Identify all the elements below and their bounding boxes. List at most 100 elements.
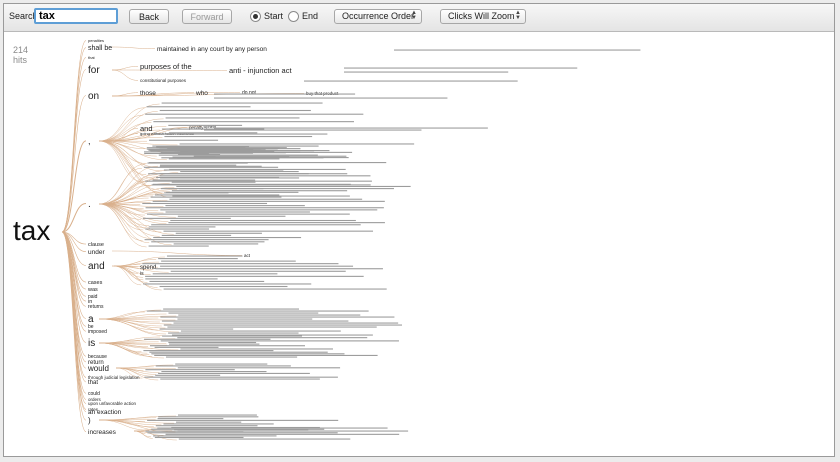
context-text-line xyxy=(178,438,351,440)
context-text-line xyxy=(146,148,262,150)
tree-branch-word[interactable]: clause xyxy=(88,242,104,248)
context-text-line xyxy=(148,226,216,228)
context-text-line xyxy=(168,312,319,314)
tree-branch-word[interactable]: upon unfavorable action xyxy=(88,401,137,406)
context-text-line xyxy=(177,318,313,320)
back-button[interactable]: Back xyxy=(129,9,169,24)
tree-branch-word[interactable]: cases xyxy=(88,280,103,286)
order-select[interactable]: Occurrence Order ▲ ▼ xyxy=(334,9,422,24)
tree-phrase-word[interactable]: constitutional purposes xyxy=(140,78,187,83)
context-text-line xyxy=(214,93,356,95)
context-text-line xyxy=(157,427,388,429)
tree-branch-word[interactable]: imposed xyxy=(88,329,107,335)
context-text-line xyxy=(169,198,363,200)
context-text-line xyxy=(146,106,251,108)
context-text-line xyxy=(160,164,237,166)
context-text-line xyxy=(145,275,364,277)
context-text-line xyxy=(148,149,201,151)
end-radio-label: End xyxy=(302,11,319,21)
context-text-line xyxy=(170,151,353,153)
context-text-line xyxy=(159,165,262,167)
tree-branch-word[interactable]: shall be xyxy=(88,45,112,52)
context-text-line xyxy=(160,340,399,342)
tree-phrase-word[interactable]: anti - injunction act xyxy=(229,66,292,75)
forward-button[interactable]: Forward xyxy=(182,9,232,24)
context-text-line xyxy=(178,314,361,316)
context-text-line xyxy=(145,113,364,115)
tree-branch-word[interactable]: an exaction xyxy=(88,409,122,416)
tree-branch-word[interactable]: increases xyxy=(88,429,117,436)
start-radio[interactable] xyxy=(250,11,261,22)
context-text-line xyxy=(152,273,278,275)
tree-branch-word[interactable]: for xyxy=(88,65,100,76)
tree-branch-word[interactable]: returns xyxy=(88,304,104,310)
tree-phrase-word[interactable]: act xyxy=(244,253,251,258)
context-text-line xyxy=(158,416,259,418)
context-text-line xyxy=(160,177,300,179)
context-text-line xyxy=(152,179,256,181)
context-text-line xyxy=(151,241,265,243)
context-text-line xyxy=(165,205,305,207)
context-text-line xyxy=(156,146,246,149)
context-text-line xyxy=(164,192,229,194)
word-tree-canvas[interactable]: 214 hits tax penalties shall be that for on,… xyxy=(4,32,834,456)
tree-branch-word[interactable]: penalties xyxy=(88,38,104,43)
context-text-line xyxy=(171,190,348,192)
context-text-line xyxy=(214,97,448,99)
tree-branch-word[interactable]: that xyxy=(88,55,96,60)
tree-phrase-word[interactable]: who xyxy=(195,90,208,97)
context-text-line xyxy=(158,372,310,374)
context-text-line xyxy=(148,245,209,247)
context-text-line xyxy=(179,143,415,145)
context-text-line xyxy=(172,156,216,158)
context-text-line xyxy=(158,258,238,260)
context-text-line xyxy=(168,124,243,126)
tree-branch-word[interactable]: would xyxy=(87,364,109,373)
tree-branch-word[interactable]: was xyxy=(87,287,98,293)
tree-branch-word[interactable]: and xyxy=(88,261,105,272)
context-text-line xyxy=(167,326,377,328)
context-text-line xyxy=(344,71,509,73)
tree-phrase-word[interactable]: and xyxy=(140,124,153,133)
order-select-value: Occurrence Order xyxy=(342,11,415,21)
context-text-line xyxy=(168,132,258,134)
context-text-line xyxy=(145,369,235,371)
end-radio[interactable] xyxy=(288,11,299,22)
context-text-line xyxy=(145,207,384,209)
context-text-line xyxy=(153,236,302,239)
context-text-line xyxy=(149,139,219,141)
context-text-line xyxy=(155,268,383,270)
tree-branch-word[interactable]: on xyxy=(88,91,99,102)
tree-phrase-word[interactable]: those xyxy=(140,90,156,97)
context-text-line xyxy=(142,202,268,205)
context-text-line xyxy=(171,181,256,183)
context-text-line xyxy=(159,285,288,288)
tree-branch-word[interactable]: that xyxy=(88,380,98,386)
context-text-line xyxy=(147,213,350,215)
context-text-line xyxy=(151,224,361,226)
context-text-line xyxy=(163,423,274,425)
context-text-line xyxy=(304,80,518,82)
context-text-line xyxy=(180,348,333,350)
context-text-line xyxy=(161,371,267,373)
context-text-line xyxy=(145,278,218,280)
context-text-line xyxy=(155,425,258,427)
context-text-line xyxy=(154,436,244,439)
tree-branch-word[interactable]: is xyxy=(88,338,95,349)
context-text-line xyxy=(161,234,232,236)
context-text-line xyxy=(177,367,341,369)
tree-phrase-word[interactable]: do not xyxy=(242,90,257,96)
context-text-line xyxy=(177,337,368,339)
tree-branch-word[interactable]: ) xyxy=(88,416,91,425)
search-input[interactable]: tax xyxy=(34,8,118,24)
tree-branch-word[interactable]: . xyxy=(88,199,91,210)
tree-phrase-word[interactable]: is xyxy=(140,271,144,277)
tree-phrase-word[interactable]: maintained in any court by any person xyxy=(157,46,267,53)
context-text-line xyxy=(159,328,234,330)
zoom-select[interactable]: Clicks Will Zoom ▲ ▼ xyxy=(440,9,526,24)
toolbar: Search tax Back Forward Start End Occurr… xyxy=(4,4,834,32)
tree-branch-word[interactable]: , xyxy=(88,136,91,146)
tree-phrase-word[interactable]: purposes of the xyxy=(140,62,192,71)
tree-branch-word[interactable]: under xyxy=(88,249,105,256)
context-text-line xyxy=(172,195,350,197)
